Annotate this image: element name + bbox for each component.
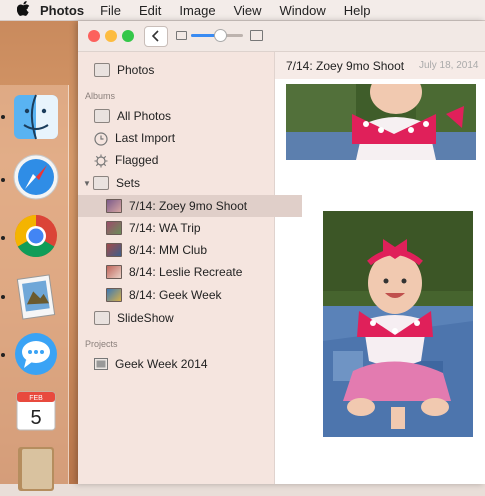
- gear-flag-icon: [94, 154, 108, 168]
- album-icon: [94, 109, 110, 123]
- slideshow-icon: [94, 311, 110, 325]
- close-button[interactable]: [88, 30, 100, 42]
- sidebar-item-set-zoey[interactable]: 7/14: Zoey 9mo Shoot: [78, 195, 302, 217]
- photo-thumbnail[interactable]: [286, 84, 476, 160]
- book-icon: [94, 358, 108, 370]
- album-title: 7/14: Zoey 9mo Shoot: [286, 59, 405, 73]
- menu-help[interactable]: Help: [344, 3, 371, 18]
- menu-bar: Photos File Edit Image View Window Help: [0, 0, 485, 21]
- folder-icon: [93, 176, 109, 190]
- sidebar-item-label: SlideShow: [117, 311, 174, 325]
- dock: FEB 5: [0, 85, 69, 491]
- album-thumbnail-icon: [106, 243, 122, 257]
- sidebar-item-label: 8/14: Leslie Recreate: [129, 265, 243, 279]
- sidebar-item-label: Flagged: [115, 153, 159, 167]
- zoom-out-icon[interactable]: [176, 31, 187, 40]
- menu-window[interactable]: Window: [280, 3, 326, 18]
- sidebar-item-set-mm-club[interactable]: 8/14: MM Club: [78, 239, 302, 261]
- chevron-left-icon: [151, 30, 159, 42]
- menu-file[interactable]: File: [100, 3, 121, 18]
- chrome-icon[interactable]: [12, 212, 60, 260]
- zoom-button[interactable]: [122, 30, 134, 42]
- sidebar-item-label: 8/14: MM Club: [129, 243, 208, 257]
- albums-header: Albums: [85, 91, 116, 101]
- sidebar-item-label: Geek Week 2014: [115, 357, 208, 371]
- sidebar-item-all-photos[interactable]: All Photos: [78, 105, 290, 127]
- sidebar-item-slideshow[interactable]: SlideShow: [78, 307, 290, 329]
- running-indicator: [1, 236, 5, 240]
- running-indicator: [1, 295, 5, 299]
- sidebar-item-label: 7/14: WA Trip: [129, 221, 201, 235]
- back-button[interactable]: [144, 26, 168, 47]
- photos-library-icon: [94, 63, 110, 77]
- menu-view[interactable]: View: [234, 3, 262, 18]
- finder-icon[interactable]: [12, 93, 60, 141]
- calendar-month: FEB: [29, 395, 43, 402]
- running-indicator: [1, 178, 5, 182]
- sidebar-item-set-geek-week[interactable]: 8/14: Geek Week: [78, 284, 302, 306]
- safari-icon[interactable]: [12, 153, 60, 201]
- running-indicator: [1, 115, 5, 119]
- sidebar-item-set-wa-trip[interactable]: 7/14: WA Trip: [78, 217, 302, 239]
- sidebar-item-label: All Photos: [117, 109, 172, 123]
- album-date: July 18, 2014: [419, 60, 479, 71]
- preview-icon[interactable]: [12, 273, 60, 321]
- album-thumbnail-icon: [106, 199, 122, 213]
- apple-menu-icon[interactable]: [14, 1, 32, 19]
- sidebar-item-geek-week-2014[interactable]: Geek Week 2014: [78, 353, 290, 375]
- menu-photos[interactable]: Photos: [40, 3, 84, 18]
- zoom-in-icon[interactable]: [250, 30, 263, 41]
- album-thumbnail-icon: [106, 221, 122, 235]
- menu-edit[interactable]: Edit: [139, 3, 161, 18]
- sidebar-item-label: Last Import: [115, 131, 176, 145]
- projects-header: Projects: [85, 339, 118, 349]
- album-thumbnail-icon: [106, 288, 122, 302]
- album-thumbnail-icon: [106, 265, 122, 279]
- sidebar-item-set-leslie[interactable]: 8/14: Leslie Recreate: [78, 261, 302, 283]
- clock-icon: [94, 132, 108, 146]
- sidebar-item-sets[interactable]: ▼ Sets: [78, 172, 279, 194]
- content-header: 7/14: Zoey 9mo Shoot July 18, 2014: [275, 52, 485, 79]
- sidebar-item-label: 8/14: Geek Week: [129, 288, 222, 302]
- minimize-button[interactable]: [105, 30, 117, 42]
- menu-image[interactable]: Image: [179, 3, 215, 18]
- messages-icon[interactable]: [12, 330, 60, 378]
- window-toolbar: [78, 21, 485, 52]
- calendar-day: 5: [30, 407, 41, 429]
- sidebar-item-label: 7/14: Zoey 9mo Shoot: [129, 199, 248, 213]
- running-indicator: [1, 353, 5, 357]
- sidebar: Photos Albums All Photos Last Import Fla…: [78, 52, 302, 484]
- sidebar-item-flagged[interactable]: Flagged: [78, 149, 290, 171]
- sidebar-item-last-import[interactable]: Last Import: [78, 127, 290, 149]
- sidebar-item-label: Sets: [116, 176, 141, 190]
- disclosure-triangle-icon[interactable]: ▼: [83, 179, 93, 188]
- sidebar-item-photos[interactable]: Photos: [78, 59, 290, 81]
- photos-window: Photos Albums All Photos Last Import Fla…: [78, 21, 485, 484]
- zoom-slider-knob[interactable]: [213, 29, 227, 42]
- sidebar-item-label: Photos: [117, 63, 155, 77]
- photo-thumbnail[interactable]: [323, 211, 473, 437]
- calendar-icon[interactable]: FEB 5: [12, 387, 60, 435]
